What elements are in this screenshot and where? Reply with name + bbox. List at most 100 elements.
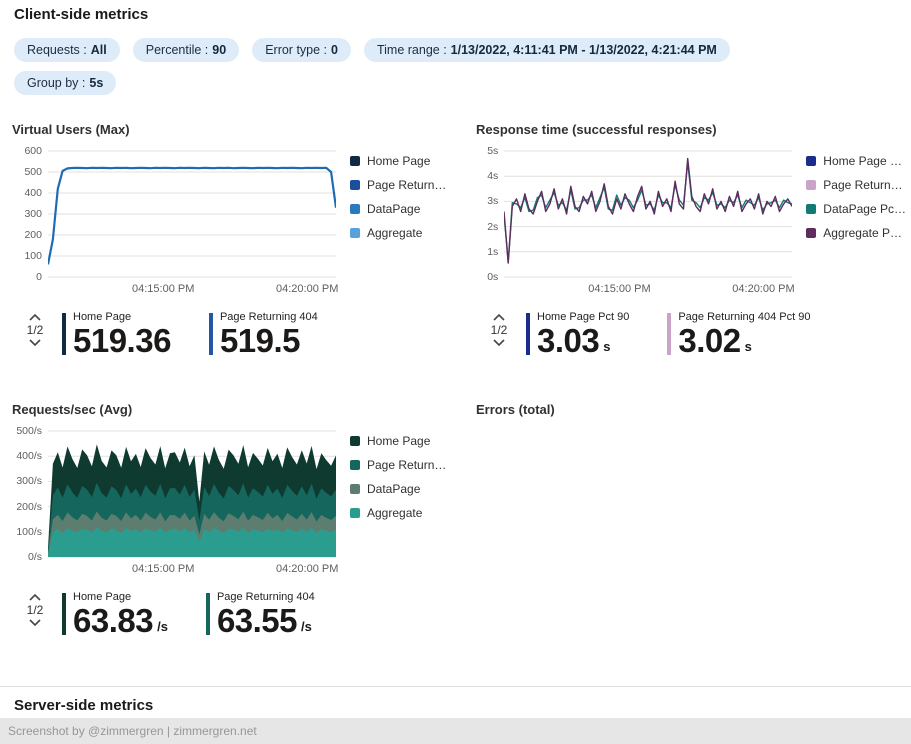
stat-value: 63.83 [73, 602, 154, 639]
stat-color-bar [62, 593, 66, 635]
chevron-up-icon[interactable] [29, 314, 41, 321]
stat-value: 3.03 [537, 322, 600, 359]
metric-stat: Home Page Pct 90 3.03 s [526, 311, 629, 359]
y-tick-label: 5s [487, 145, 499, 157]
filter-pill[interactable]: Requests : All [14, 38, 120, 62]
legend-swatch-icon [350, 436, 360, 446]
stats-pager: 1/2 [486, 311, 512, 346]
y-tick-label: 0 [36, 271, 42, 283]
metric-stat: Home Page 63.83/s [62, 591, 168, 639]
legend-swatch-icon [350, 484, 360, 494]
filter-pill[interactable]: Error type :0 [252, 38, 351, 62]
y-tick-label: 200/s [16, 500, 42, 513]
y-tick-label: 300 [24, 208, 42, 220]
y-tick-label: 400 [24, 187, 42, 199]
stat-value: 519.36 [73, 322, 171, 359]
legend-item[interactable]: Home Page [350, 434, 446, 448]
legend-item[interactable]: Home Page [350, 154, 446, 168]
legend-item[interactable]: Aggregate P… [806, 226, 906, 240]
chart-plot [504, 150, 793, 278]
y-tick-label: 0/s [27, 551, 42, 563]
y-tick-label: 4s [487, 170, 499, 183]
chart-plot [48, 430, 336, 558]
legend-item[interactable]: Page Return… [350, 458, 446, 472]
legend-label: Aggregate [367, 506, 423, 520]
x-tick-label: 04:15:00 PM [588, 283, 651, 295]
stat-blocks: Home Page Pct 90 3.03 s Page Returning 404 … [526, 311, 810, 359]
legend-label: Home Page [367, 434, 431, 448]
y-tick-label: 3s [487, 195, 499, 208]
legend-item[interactable]: Aggregate [350, 226, 446, 240]
metric-stat: Home Page 519.36 [62, 311, 171, 359]
stats-page-indicator: 1/2 [26, 603, 44, 617]
stats-page-indicator: 1/2 [26, 323, 44, 337]
legend-item[interactable]: DataPage Pc… [806, 202, 906, 216]
x-tick-label: 04:15:00 PM [132, 283, 195, 295]
chart-title: Virtual Users (Max) [12, 122, 130, 137]
stat-blocks: Home Page 519.36 Page Returning 404 519.5 [62, 311, 318, 359]
y-axis: 5s 4s 3s 2s 1s 0s [476, 145, 500, 283]
filter-bar: Requests : All Percentile :90 Error type :0… [14, 38, 804, 95]
filter-pill[interactable]: Time range :1/13/2022, 4:11:41 PM - 1/13… [363, 38, 730, 62]
filter-pill[interactable]: Group by :5s [14, 71, 117, 95]
stats-pager: 1/2 [22, 591, 48, 626]
legend-item[interactable]: Page Return… [806, 178, 906, 192]
legend-swatch-icon [806, 204, 817, 214]
legend-label: Aggregate [367, 226, 423, 240]
stats-page-indicator: 1/2 [490, 323, 508, 337]
chevron-down-icon[interactable] [29, 619, 41, 626]
chart-title: Errors (total) [476, 402, 555, 417]
legend-swatch-icon [806, 156, 817, 166]
legend-item[interactable]: Aggregate [350, 506, 446, 520]
y-axis: 600 500 400 300 200 100 0 [12, 145, 44, 283]
chevron-up-icon[interactable] [493, 314, 505, 321]
stats-pager: 1/2 [22, 311, 48, 346]
legend-swatch-icon [806, 228, 817, 238]
legend-swatch-icon [350, 228, 360, 238]
legend-label: DataPage [367, 482, 421, 496]
filter-pill[interactable]: Percentile :90 [132, 38, 240, 62]
legend-item[interactable]: DataPage [350, 202, 446, 216]
stat-unit: /s [157, 619, 168, 635]
stat-value: 519.5 [219, 322, 301, 359]
chart-legend: Home Page … Page Return… DataPage Pc… Aggre… [806, 150, 906, 250]
server-side-metrics-title: Server-side metrics [14, 697, 154, 714]
legend-label: Home Page … [823, 154, 902, 168]
stat-color-bar [667, 313, 672, 355]
legend-label: Home Page [367, 154, 431, 168]
legend-label: DataPage Pc… [823, 202, 906, 216]
legend-swatch-icon [350, 156, 360, 166]
stat-unit: /s [301, 619, 312, 635]
stat-value: 63.55 [216, 602, 298, 639]
legend-item[interactable]: DataPage [350, 482, 446, 496]
stat-color-bar [62, 313, 66, 355]
chevron-down-icon[interactable] [29, 339, 41, 346]
legend-label: Page Return… [823, 178, 903, 192]
panel-virtual-users: Virtual Users (Max) 600 500 400 300 200 100 0 … [12, 122, 464, 359]
stat-color-bar [526, 313, 530, 355]
legend-item[interactable]: Page Return… [350, 178, 446, 192]
legend-swatch-icon [350, 508, 360, 518]
stat-color-bar [205, 593, 210, 635]
chevron-down-icon[interactable] [493, 339, 505, 346]
legend-label: Page Return… [367, 178, 447, 192]
x-axis: 04:15:00 PM 04:20:00 PM [48, 563, 338, 579]
chart-legend: Home Page Page Return… DataPage Aggregate [350, 430, 446, 530]
x-tick-label: 04:15:00 PM [132, 563, 195, 575]
legend-swatch-icon [350, 204, 360, 214]
y-tick-label: 300/s [16, 475, 42, 488]
chevron-up-icon[interactable] [29, 594, 41, 601]
y-tick-label: 500/s [16, 425, 42, 437]
legend-item[interactable]: Home Page … [806, 154, 906, 168]
client-metrics-page: Client-side metrics Requests : All Percent… [0, 0, 911, 744]
metric-stat: Page Returning 404 519.5 [208, 311, 318, 359]
y-tick-label: 0s [487, 271, 499, 283]
legend-swatch-icon [350, 460, 360, 470]
y-tick-label: 500 [24, 166, 42, 178]
legend-swatch-icon [350, 180, 360, 190]
chart-plot [48, 150, 336, 278]
legend-label: Aggregate P… [823, 226, 902, 240]
panel-errors: Errors (total) [476, 402, 906, 430]
legend-swatch-icon [806, 180, 817, 190]
y-tick-label: 400/s [16, 450, 42, 463]
